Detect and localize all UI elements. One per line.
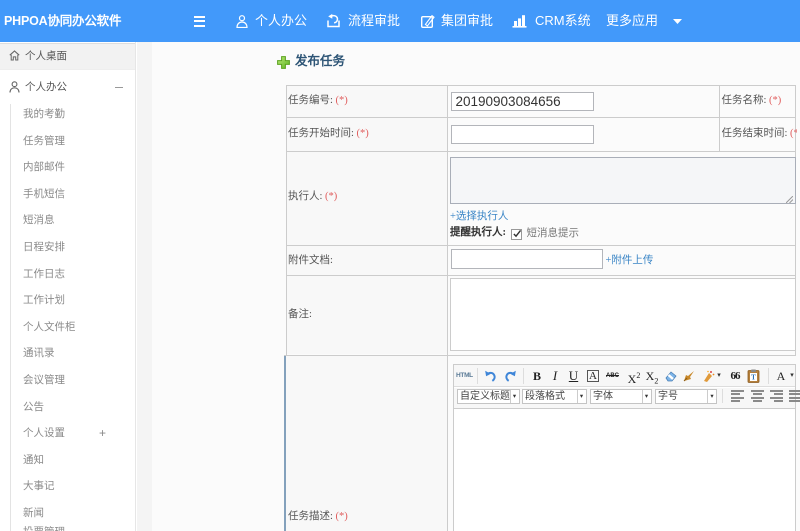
svg-text:T: T (751, 374, 756, 382)
